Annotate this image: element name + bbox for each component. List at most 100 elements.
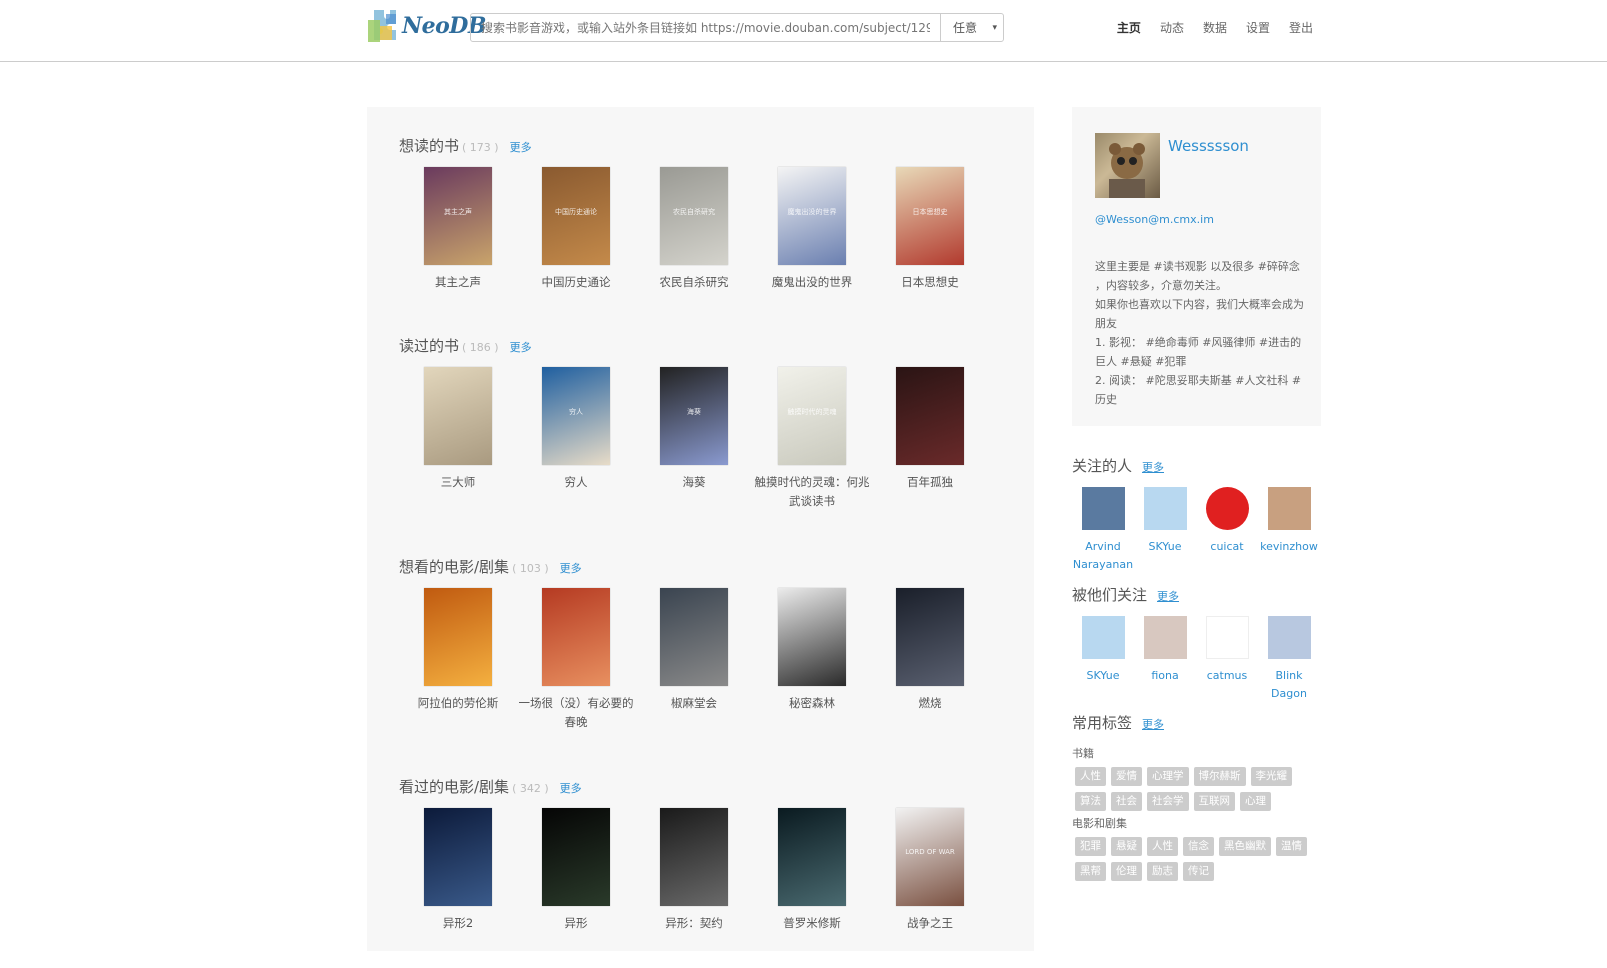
collection-item[interactable]: 三大师 bbox=[399, 367, 517, 492]
person-card[interactable]: kevinzhow bbox=[1258, 487, 1320, 556]
tag[interactable]: 悬疑 bbox=[1111, 837, 1142, 856]
cover-image[interactable] bbox=[542, 808, 610, 906]
item-title[interactable]: 秘密森林 bbox=[753, 694, 871, 713]
item-title[interactable]: 触摸时代的灵魂：何兆武谈读书 bbox=[753, 473, 871, 511]
collection-item[interactable]: 异形 bbox=[517, 808, 635, 933]
collection-item[interactable]: 触摸时代的灵魂 触摸时代的灵魂：何兆武谈读书 bbox=[753, 367, 871, 511]
collection-item[interactable]: 普罗米修斯 bbox=[753, 808, 871, 933]
person-name[interactable]: kevinzhow bbox=[1258, 538, 1320, 556]
person-name[interactable]: SKYue bbox=[1072, 667, 1134, 685]
person-card[interactable]: Blink Dagon bbox=[1258, 616, 1320, 703]
cover-image[interactable] bbox=[778, 588, 846, 686]
tag[interactable]: 爱情 bbox=[1111, 767, 1142, 786]
cover-image[interactable] bbox=[424, 588, 492, 686]
nav-settings[interactable]: 设置 bbox=[1246, 19, 1270, 36]
collection-item[interactable]: 农民自杀研究 农民自杀研究 bbox=[635, 167, 753, 292]
tag[interactable]: 伦理 bbox=[1111, 862, 1142, 881]
cover-image[interactable] bbox=[660, 588, 728, 686]
tag[interactable]: 励志 bbox=[1147, 862, 1178, 881]
tag[interactable]: 社会 bbox=[1111, 792, 1142, 811]
profile-username[interactable]: Wessssson bbox=[1168, 137, 1249, 155]
item-title[interactable]: 燃烧 bbox=[871, 694, 989, 713]
tag[interactable]: 人性 bbox=[1147, 837, 1178, 856]
item-title[interactable]: 阿拉伯的劳伦斯 bbox=[399, 694, 517, 713]
cover-image[interactable]: 其主之声 bbox=[424, 167, 492, 265]
collection-item[interactable]: 燃烧 bbox=[871, 588, 989, 713]
item-title[interactable]: 日本思想史 bbox=[871, 273, 989, 292]
tag[interactable]: 社会学 bbox=[1147, 792, 1189, 811]
tag[interactable]: 传记 bbox=[1183, 862, 1214, 881]
tag[interactable]: 博尔赫斯 bbox=[1193, 767, 1246, 786]
collection-item[interactable]: 阿拉伯的劳伦斯 bbox=[399, 588, 517, 713]
item-title[interactable]: 普罗米修斯 bbox=[753, 914, 871, 933]
avatar[interactable] bbox=[1143, 616, 1187, 659]
person-name[interactable]: Arvind Narayanan bbox=[1072, 538, 1134, 574]
avatar[interactable] bbox=[1205, 616, 1249, 659]
collection-item[interactable]: 魔鬼出没的世界 魔鬼出没的世界 bbox=[753, 167, 871, 292]
logo[interactable]: NeoDB bbox=[366, 5, 486, 47]
collection-item[interactable]: 一场很（没）有必要的春晚 bbox=[517, 588, 635, 732]
tag[interactable]: 心理 bbox=[1240, 792, 1271, 811]
nav-data[interactable]: 数据 bbox=[1203, 19, 1227, 36]
avatar[interactable] bbox=[1081, 487, 1125, 530]
cover-image[interactable]: 穷人 bbox=[542, 367, 610, 465]
item-title[interactable]: 魔鬼出没的世界 bbox=[753, 273, 871, 292]
tag[interactable]: 算法 bbox=[1075, 792, 1106, 811]
cover-image[interactable] bbox=[660, 808, 728, 906]
tag[interactable]: 犯罪 bbox=[1075, 837, 1106, 856]
person-card[interactable]: SKYue bbox=[1072, 616, 1134, 685]
person-name[interactable]: SKYue bbox=[1134, 538, 1196, 556]
followers-more-link[interactable]: 更多 bbox=[1157, 588, 1179, 604]
person-name[interactable]: cuicat bbox=[1196, 538, 1258, 556]
item-title[interactable]: 战争之王 bbox=[871, 914, 989, 933]
item-title[interactable]: 其主之声 bbox=[399, 273, 517, 292]
collection-item[interactable]: 椒麻堂会 bbox=[635, 588, 753, 713]
more-link[interactable]: 更多 bbox=[560, 780, 582, 796]
person-card[interactable]: SKYue bbox=[1134, 487, 1196, 556]
person-card[interactable]: fiona bbox=[1134, 616, 1196, 685]
tag[interactable]: 互联网 bbox=[1193, 792, 1235, 811]
collection-item[interactable]: 穷人 穷人 bbox=[517, 367, 635, 492]
avatar[interactable] bbox=[1205, 487, 1249, 530]
cover-image[interactable] bbox=[424, 808, 492, 906]
cover-image[interactable]: 中国历史通论 bbox=[542, 167, 610, 265]
cover-image[interactable] bbox=[896, 367, 964, 465]
nav-logout[interactable]: 登出 bbox=[1289, 19, 1313, 36]
collection-item[interactable]: 秘密森林 bbox=[753, 588, 871, 713]
person-card[interactable]: catmus bbox=[1196, 616, 1258, 685]
more-link[interactable]: 更多 bbox=[510, 339, 532, 355]
more-link[interactable]: 更多 bbox=[510, 139, 532, 155]
item-title[interactable]: 农民自杀研究 bbox=[635, 273, 753, 292]
item-title[interactable]: 椒麻堂会 bbox=[635, 694, 753, 713]
item-title[interactable]: 异形：契约 bbox=[635, 914, 753, 933]
cover-image[interactable] bbox=[778, 808, 846, 906]
avatar[interactable] bbox=[1267, 616, 1311, 659]
person-name[interactable]: catmus bbox=[1196, 667, 1258, 685]
cover-image[interactable]: LORD OF WAR bbox=[896, 808, 964, 906]
profile-handle[interactable]: @Wesson@m.cmx.im bbox=[1095, 213, 1214, 226]
person-card[interactable]: cuicat bbox=[1196, 487, 1258, 556]
more-link[interactable]: 更多 bbox=[560, 560, 582, 576]
collection-item[interactable]: 异形：契约 bbox=[635, 808, 753, 933]
cover-image[interactable] bbox=[542, 588, 610, 686]
collection-item[interactable]: LORD OF WAR 战争之王 bbox=[871, 808, 989, 933]
avatar[interactable] bbox=[1267, 487, 1311, 530]
person-name[interactable]: Blink Dagon bbox=[1258, 667, 1320, 703]
cover-image[interactable]: 海葵 bbox=[660, 367, 728, 465]
tags-more-link[interactable]: 更多 bbox=[1142, 716, 1164, 732]
item-title[interactable]: 一场很（没）有必要的春晚 bbox=[517, 694, 635, 732]
following-more-link[interactable]: 更多 bbox=[1142, 459, 1164, 475]
tag[interactable]: 温情 bbox=[1276, 837, 1307, 856]
nav-activity[interactable]: 动态 bbox=[1160, 19, 1184, 36]
item-title[interactable]: 异形 bbox=[517, 914, 635, 933]
collection-item[interactable]: 百年孤独 bbox=[871, 367, 989, 492]
collection-item[interactable]: 中国历史通论 中国历史通论 bbox=[517, 167, 635, 292]
collection-item[interactable]: 其主之声 其主之声 bbox=[399, 167, 517, 292]
collection-item[interactable]: 海葵 海葵 bbox=[635, 367, 753, 492]
item-title[interactable]: 异形2 bbox=[399, 914, 517, 933]
tag[interactable]: 信念 bbox=[1183, 837, 1214, 856]
avatar[interactable] bbox=[1143, 487, 1187, 530]
tag[interactable]: 心理学 bbox=[1147, 767, 1189, 786]
tag[interactable]: 黑帮 bbox=[1075, 862, 1106, 881]
item-title[interactable]: 穷人 bbox=[517, 473, 635, 492]
